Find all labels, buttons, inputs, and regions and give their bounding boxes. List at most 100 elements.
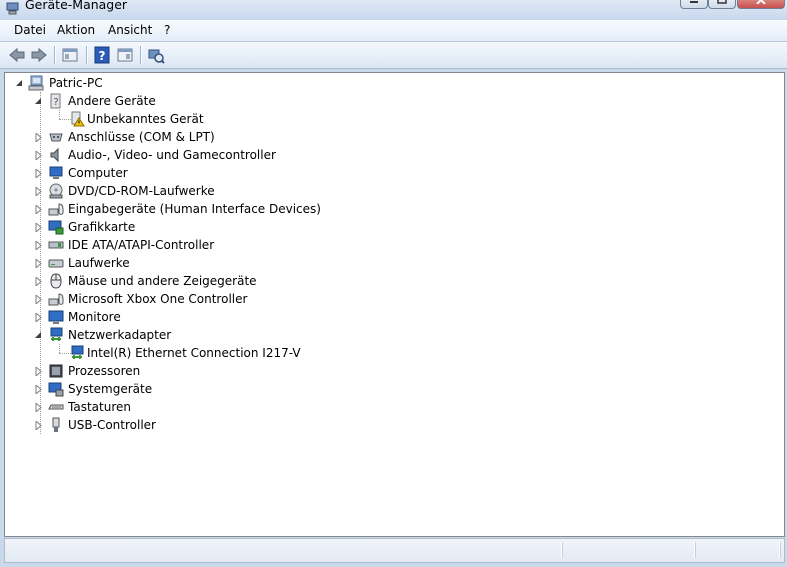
expand-arrow-icon[interactable] [34,205,43,214]
minimize-button[interactable] [680,0,708,9]
ide-controller-icon [48,237,64,253]
menu-datei[interactable]: Datei [14,23,46,37]
back-arrow-icon [9,47,25,63]
collapse-arrow-icon[interactable] [15,79,24,88]
expand-arrow-icon[interactable] [34,277,43,286]
maximize-button[interactable] [708,0,736,9]
forward-button[interactable] [30,46,48,64]
expand-arrow-icon[interactable] [34,169,43,178]
maximize-icon [717,0,727,4]
device-tree[interactable]: Patric-PC ? Andere Geräte Unbekanntes Ge… [4,72,785,537]
tree-node-label: USB-Controller [68,418,156,432]
tree-node-laufwerke[interactable]: Laufwerke [5,254,405,272]
scan-hardware-button[interactable] [147,46,165,64]
svg-text:?: ? [53,97,58,108]
forward-arrow-icon [31,47,47,63]
tree-node-label: Monitore [68,310,121,324]
tree-node-label: Andere Geräte [68,94,156,108]
tree-node-ide[interactable]: IDE ATA/ATAPI-Controller [5,236,405,254]
tree-node-dvd[interactable]: DVD/CD-ROM-Laufwerke [5,182,405,200]
tree-root-label: Patric-PC [49,76,103,90]
port-icon [48,129,64,145]
tree-leaf-label: Unbekanntes Gerät [87,112,204,126]
toolbar-separator [140,46,141,64]
tree-node-label: Systemgeräte [68,382,153,396]
expand-arrow-icon[interactable] [34,259,43,268]
tree-node-label: Prozessoren [68,364,141,378]
expand-arrow-icon[interactable] [34,223,43,232]
hard-drive-icon [48,255,64,271]
tree-node-netzwerkadapter[interactable]: Netzwerkadapter [5,326,405,344]
toolbar: ? [0,42,787,69]
tree-node-maeuse[interactable]: Mäuse und andere Zeigegeräte [5,272,405,290]
computer-icon [28,75,44,91]
svg-text:?: ? [99,49,106,63]
tree-node-usb[interactable]: USB-Controller [5,416,405,434]
usb-icon [48,417,64,433]
display-adapter-icon [48,219,64,235]
expand-arrow-icon[interactable] [34,133,43,142]
tree-node-computer[interactable]: Computer [5,164,405,182]
tree-node-label: Mäuse und andere Zeigegeräte [68,274,257,288]
status-bar [4,538,785,563]
tree-leaf-label: Intel(R) Ethernet Connection I217-V [87,346,301,360]
device-manager-icon [6,1,20,15]
collapse-arrow-icon[interactable] [34,97,43,106]
expand-arrow-icon[interactable] [34,385,43,394]
help-button[interactable]: ? [93,46,111,64]
collapse-arrow-icon[interactable] [34,331,43,340]
tree-node-label: Netzwerkadapter [68,328,172,342]
tree-node-label: Grafikkarte [68,220,136,234]
scan-hardware-icon [148,49,165,64]
tree-root[interactable]: Patric-PC [5,74,305,92]
expand-arrow-icon[interactable] [34,151,43,160]
help-icon: ? [94,46,110,64]
tree-node-systemgeraete[interactable]: Systemgeräte [5,380,405,398]
expand-arrow-icon[interactable] [34,313,43,322]
expand-arrow-icon[interactable] [34,421,43,430]
back-button[interactable] [8,46,26,64]
status-divider [780,542,782,558]
title-bar: Geräte-Manager [0,0,787,20]
menu-bar: Datei Aktion Ansicht ? [0,20,787,42]
tree-node-anschluesse[interactable]: Anschlüsse (COM & LPT) [5,128,405,146]
toolbar-separator [54,46,55,64]
tree-node-grafikkarte[interactable]: Grafikkarte [5,218,405,236]
tree-node-tastaturen[interactable]: Tastaturen [5,398,405,416]
warning-device-icon [69,111,85,127]
tree-node-audio[interactable]: Audio-, Video- und Gamecontroller [5,146,405,164]
menu-help[interactable]: ? [164,23,170,37]
menu-aktion[interactable]: Aktion [57,23,95,37]
toolbar-separator [86,46,87,64]
tree-node-monitore[interactable]: Monitore [5,308,405,326]
tree-node-label: Computer [68,166,128,180]
expand-arrow-icon[interactable] [34,367,43,376]
expand-arrow-icon[interactable] [34,403,43,412]
tree-node-prozessoren[interactable]: Prozessoren [5,362,405,380]
expand-arrow-icon[interactable] [34,241,43,250]
menu-ansicht[interactable]: Ansicht [108,23,152,37]
tree-node-eingabegeraete[interactable]: Eingabegeräte (Human Interface Devices) [5,200,405,218]
expand-arrow-icon[interactable] [34,295,43,304]
properties-button[interactable] [61,46,79,64]
system-device-icon [48,381,64,397]
expand-arrow-icon[interactable] [34,187,43,196]
monitor-icon [48,309,64,325]
network-adapter-icon [69,345,85,361]
close-icon [756,0,766,4]
tree-node-label: DVD/CD-ROM-Laufwerke [68,184,215,198]
tree-leaf-unbekanntes-geraet[interactable]: Unbekanntes Gerät [5,110,405,128]
tree-node-andere-geraete[interactable]: ? Andere Geräte [5,92,405,110]
unknown-device-icon: ? [48,93,64,109]
tree-leaf-intel-ethernet[interactable]: Intel(R) Ethernet Connection I217-V [5,344,405,362]
computer-icon [48,165,64,181]
mouse-icon [48,273,64,289]
view-button[interactable] [116,46,134,64]
properties-icon [62,48,78,62]
input-device-icon [48,291,64,307]
close-button[interactable] [737,0,785,9]
network-adapter-icon [48,327,64,343]
input-device-icon [48,201,64,217]
tree-node-xbox[interactable]: Microsoft Xbox One Controller [5,290,405,308]
status-divider [562,542,564,558]
